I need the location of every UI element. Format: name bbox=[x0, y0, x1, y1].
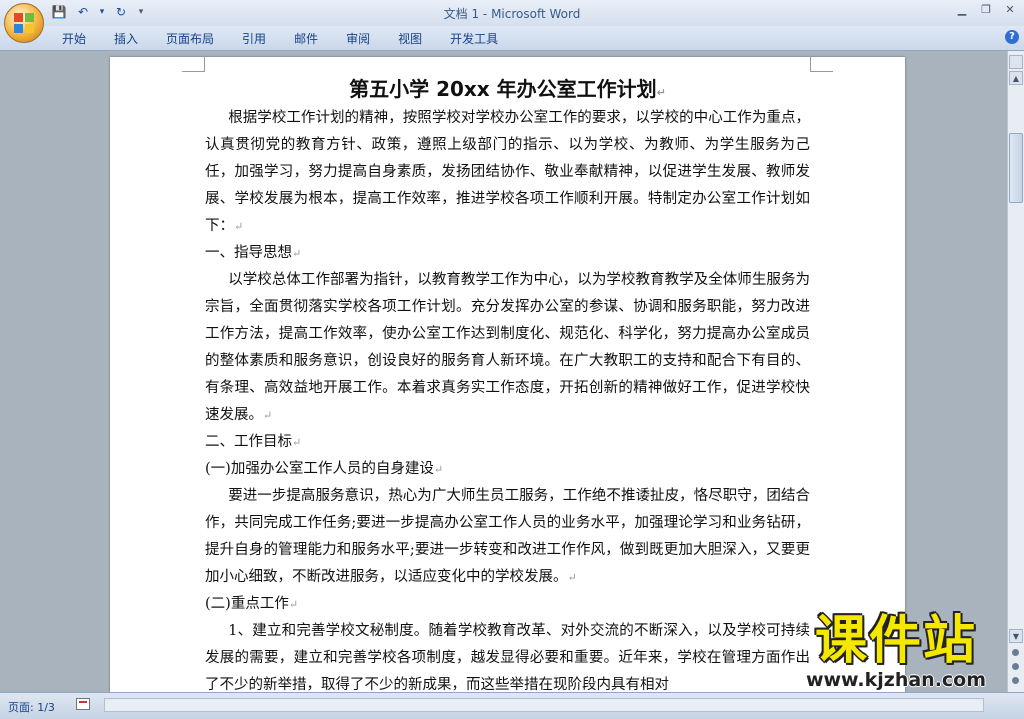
heading-guiding-ideology: 一、指导思想↵ bbox=[205, 245, 302, 261]
watermark-logo: 课件站 www.kjzhan.com bbox=[770, 612, 1022, 692]
tab-7[interactable]: 开发工具 bbox=[436, 30, 512, 48]
office-logo-icon bbox=[14, 13, 34, 33]
heading-self-building: (一)加强办公室工作人员的自身建设↵ bbox=[205, 461, 444, 477]
paragraph-key-work: 1、建立和完善学校文秘制度。随着学校教育改革、对外交流的不断深入，以及学校可持续… bbox=[205, 623, 810, 692]
office-button[interactable] bbox=[4, 3, 44, 43]
page-indicator[interactable]: 页面: 1/3 bbox=[8, 699, 55, 715]
title-bar: 💾 ↶ ▾ ↻ ▾ 文档 1 - Microsoft Word ▁ ❐ ✕ bbox=[0, 0, 1024, 26]
tab-0[interactable]: 开始 bbox=[48, 30, 100, 48]
window-title: 文档 1 - Microsoft Word bbox=[443, 7, 581, 21]
watermark-text: 课件站 bbox=[814, 611, 977, 671]
margin-corner-mark bbox=[810, 57, 833, 72]
tab-1[interactable]: 插入 bbox=[100, 30, 152, 48]
tab-6[interactable]: 视图 bbox=[384, 30, 436, 48]
status-bar: 页面: 1/3 bbox=[0, 692, 1024, 719]
document-page[interactable]: 第五小学 20xx 年办公室工作计划↵ 根据学校工作计划的精神，按照学校对学校办… bbox=[110, 57, 905, 692]
scroll-thumb[interactable] bbox=[1009, 133, 1023, 203]
proofing-status-icon[interactable] bbox=[76, 698, 90, 710]
window-controls: ▁ ❐ ✕ bbox=[952, 2, 1020, 18]
ruler-toggle-icon[interactable] bbox=[1009, 55, 1023, 69]
horizontal-scrollbar[interactable] bbox=[104, 698, 984, 712]
scroll-up-icon[interactable]: ▲ bbox=[1009, 71, 1023, 85]
margin-corner-mark bbox=[182, 57, 205, 72]
tab-5[interactable]: 审阅 bbox=[332, 30, 384, 48]
tab-2[interactable]: 页面布局 bbox=[152, 30, 228, 48]
heading-work-goals: 二、工作目标↵ bbox=[205, 434, 302, 450]
document-area: 第五小学 20xx 年办公室工作计划↵ 根据学校工作计划的精神，按照学校对学校办… bbox=[0, 51, 1008, 692]
document-content[interactable]: 第五小学 20xx 年办公室工作计划↵ 根据学校工作计划的精神，按照学校对学校办… bbox=[205, 73, 810, 692]
help-icon[interactable]: ? bbox=[1005, 30, 1019, 44]
paragraph-guiding-ideology: 以学校总体工作部署为指针，以教育教学工作为中心，以为学校教育教学及全体师生服务为… bbox=[205, 272, 810, 423]
maximize-icon[interactable]: ❐ bbox=[976, 2, 996, 18]
minimize-icon[interactable]: ▁ bbox=[952, 2, 972, 18]
document-title: 第五小学 20xx 年办公室工作计划↵ bbox=[349, 77, 666, 101]
paragraph-intro: 根据学校工作计划的精神，按照学校对学校办公室工作的要求，以学校的中心工作为重点，… bbox=[205, 110, 810, 234]
tab-3[interactable]: 引用 bbox=[228, 30, 280, 48]
vertical-scrollbar[interactable]: ▲ ▼ bbox=[1007, 51, 1024, 692]
watermark-url: www.kjzhan.com bbox=[805, 669, 987, 691]
close-icon[interactable]: ✕ bbox=[1000, 2, 1020, 18]
tab-4[interactable]: 邮件 bbox=[280, 30, 332, 48]
paragraph-self-building: 要进一步提高服务意识，热心为广大师生员工服务，工作绝不推诿扯皮，恪尽职守，团结合… bbox=[205, 488, 810, 585]
heading-key-work: (二)重点工作↵ bbox=[205, 596, 299, 612]
ribbon-tabs: 开始 插入 页面布局 引用 邮件 审阅 视图 开发工具 ? bbox=[0, 26, 1024, 51]
